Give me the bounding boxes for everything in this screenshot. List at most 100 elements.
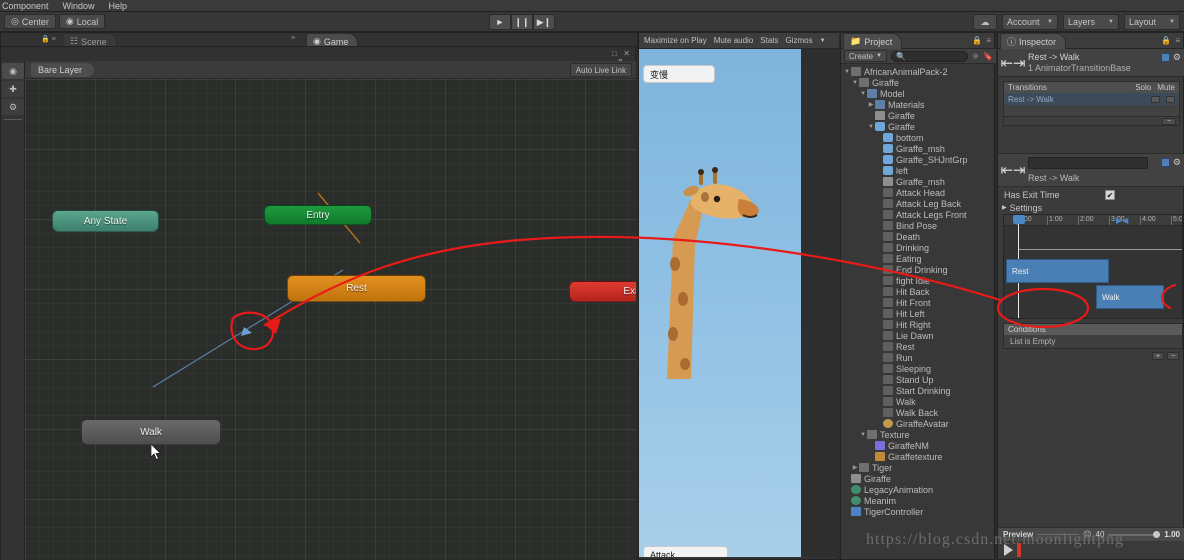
tab-menu-icon[interactable]: ≡ — [291, 35, 295, 42]
project-tree-item[interactable]: Stand Up — [841, 374, 994, 385]
twirl-icon[interactable]: ▶ — [851, 464, 859, 471]
state-node-any-state[interactable]: Any State — [52, 210, 159, 232]
record-icon[interactable]: ◉ — [2, 63, 24, 79]
project-tree-item[interactable]: Giraffetexture — [841, 451, 994, 462]
project-tree-item[interactable]: Eating — [841, 253, 994, 264]
project-tree-item[interactable]: ▶ Materials — [841, 99, 994, 110]
project-tree-item[interactable]: left — [841, 165, 994, 176]
project-tree-item[interactable]: LegacyAnimation — [841, 484, 994, 495]
transition-name-field[interactable] — [1028, 157, 1148, 169]
project-tree-item[interactable]: ▼ AfricanAnimalPack-2 — [841, 66, 994, 77]
project-tree-item[interactable]: Start Drinking — [841, 385, 994, 396]
game-viewport[interactable]: 变慢 Attack — [639, 49, 801, 557]
timeline-clip[interactable]: Walk — [1096, 285, 1164, 309]
preset-icon[interactable] — [1160, 158, 1170, 167]
project-tree-item[interactable]: Death — [841, 231, 994, 242]
menu-item-component[interactable]: Component — [2, 1, 49, 11]
transition-start-marker[interactable]: ▶◀ — [1116, 216, 1128, 225]
project-tree-item[interactable]: ▶ Tiger — [841, 462, 994, 473]
project-tree-item[interactable]: Hit Left — [841, 308, 994, 319]
pivot-toggle-button[interactable]: ◎ Center — [4, 14, 56, 29]
solo-checkbox[interactable] — [1151, 95, 1160, 103]
has-exit-time-row[interactable]: Has Exit Time ✔ — [1004, 189, 1179, 201]
layer-chip-base[interactable]: Bare Layer — [31, 63, 95, 77]
cloud-icon[interactable]: ☁ — [973, 14, 997, 30]
state-node-rest[interactable]: Rest — [287, 275, 426, 302]
project-tree-item[interactable]: Lie Dawn — [841, 330, 994, 341]
project-tree-item[interactable]: Giraffe_SHJntGrp — [841, 154, 994, 165]
project-tree-item[interactable]: ▼ Giraffe — [841, 77, 994, 88]
project-tree-item[interactable]: Giraffe_msh — [841, 176, 994, 187]
window-controls[interactable]: □ ✕ — [612, 49, 632, 58]
project-tree-item[interactable]: Bind Pose — [841, 220, 994, 231]
gear-icon[interactable]: ⚙ — [1173, 53, 1181, 62]
add-condition-button[interactable]: + — [1152, 352, 1164, 360]
play-button[interactable]: ► — [489, 14, 511, 30]
project-tree-item[interactable]: fight Idle — [841, 275, 994, 286]
twirl-icon[interactable]: ▼ — [867, 124, 875, 130]
project-tree-item[interactable]: TigerController — [841, 506, 994, 517]
project-tree-item[interactable]: Walk Back — [841, 407, 994, 418]
has-exit-time-checkbox[interactable]: ✔ — [1105, 190, 1115, 200]
settings-icon[interactable]: ⚙ — [2, 99, 24, 115]
layout-dropdown[interactable]: Layout ▼ — [1124, 14, 1180, 30]
add-icon[interactable]: ✚ — [2, 81, 24, 97]
project-tree-item[interactable]: ▼ Model — [841, 88, 994, 99]
project-tree-item[interactable]: Attack Legs Front — [841, 209, 994, 220]
project-tree-item[interactable]: Giraffe_msh — [841, 143, 994, 154]
account-dropdown[interactable]: Account ▼ — [1002, 14, 1058, 30]
space-toggle-button[interactable]: ◉ Local — [58, 14, 106, 29]
twirl-icon[interactable]: ▶ — [867, 101, 875, 108]
project-tree-item[interactable]: Hit Right — [841, 319, 994, 330]
gizmos-dropdown[interactable]: Gizmos — [786, 36, 813, 45]
menu-icon[interactable]: ≡ — [1175, 36, 1180, 45]
favorites-icon[interactable]: 🔖 — [983, 52, 993, 61]
remove-condition-button[interactable]: − — [1167, 352, 1179, 360]
lock-icon[interactable]: 🔒 — [1161, 36, 1171, 45]
project-tree-item[interactable]: ▼ Texture — [841, 429, 994, 440]
project-tree-item[interactable]: Attack Leg Back — [841, 198, 994, 209]
tab-lock-icon[interactable]: 🔒 ≡ — [41, 35, 56, 43]
preset-icon[interactable] — [1160, 53, 1170, 62]
search-input[interactable]: 🔍 — [890, 50, 968, 62]
chevron-down-icon[interactable]: ▼ — [820, 38, 826, 44]
playhead-knob[interactable] — [1013, 215, 1025, 224]
project-tree-item[interactable]: GiraffeNM — [841, 440, 994, 451]
project-asset-tree[interactable]: ▼ AfricanAnimalPack-2 ▼ Giraffe ▼ Model ▶ Mater… — [841, 64, 994, 557]
tab-project[interactable]: 📁 Project — [843, 33, 903, 49]
project-tree-item[interactable]: ▼ Giraffe — [841, 121, 994, 132]
project-tree-item[interactable]: Drinking — [841, 242, 994, 253]
project-tree-item[interactable]: Hit Back — [841, 286, 994, 297]
mute-audio-toggle[interactable]: Mute audio — [714, 36, 754, 45]
state-node-entry[interactable]: Entry — [264, 205, 372, 225]
timeline-ruler[interactable]: 0:001:002:003:004:005:00 — [1004, 215, 1182, 226]
inspector-tab-tools[interactable]: 🔒 ≡ — [1161, 36, 1180, 45]
tab-inspector[interactable]: ⓘ Inspector — [1000, 33, 1067, 49]
state-node-walk[interactable]: Walk — [81, 419, 221, 445]
auto-live-link-button[interactable]: Auto Live Link — [569, 63, 632, 77]
twirl-icon[interactable]: ▼ — [859, 91, 867, 97]
filter-icon[interactable]: ⚛ — [972, 52, 979, 61]
project-tree-item[interactable]: Giraffe — [841, 110, 994, 121]
create-button[interactable]: Create ▼ — [844, 50, 887, 62]
project-tree-item[interactable]: Run — [841, 352, 994, 363]
pause-button[interactable]: ❙❙ — [511, 14, 533, 30]
project-tree-item[interactable]: Walk — [841, 396, 994, 407]
remove-transition-button[interactable]: − — [1162, 117, 1176, 125]
project-tree-item[interactable]: GiraffeAvatar — [841, 418, 994, 429]
settings-foldout[interactable]: ▶ Settings — [1002, 202, 1177, 213]
lock-icon[interactable]: 🔒 — [972, 36, 982, 45]
twirl-icon[interactable]: ▼ — [843, 69, 851, 75]
transition-timeline[interactable]: 0:001:002:003:004:005:00 ▶◀ RestWalk — [1003, 214, 1183, 319]
stats-toggle[interactable]: Stats — [760, 36, 778, 45]
timeline-clip[interactable]: Rest — [1006, 259, 1109, 283]
step-button[interactable]: ▶❙ — [533, 14, 555, 30]
twirl-icon[interactable]: ▼ — [859, 432, 867, 438]
maximize-on-play-toggle[interactable]: Maximize on Play — [644, 36, 707, 45]
application-menu-bar[interactable]: Component Window Help — [0, 0, 1184, 12]
menu-item-help[interactable]: Help — [109, 1, 128, 11]
project-tree-item[interactable]: Rest — [841, 341, 994, 352]
mute-checkbox[interactable] — [1166, 95, 1175, 103]
animator-state-graph[interactable]: Any State Entry Rest Exit Walk — [25, 79, 636, 560]
detail-header-icons[interactable]: ⚙ — [1160, 158, 1181, 167]
